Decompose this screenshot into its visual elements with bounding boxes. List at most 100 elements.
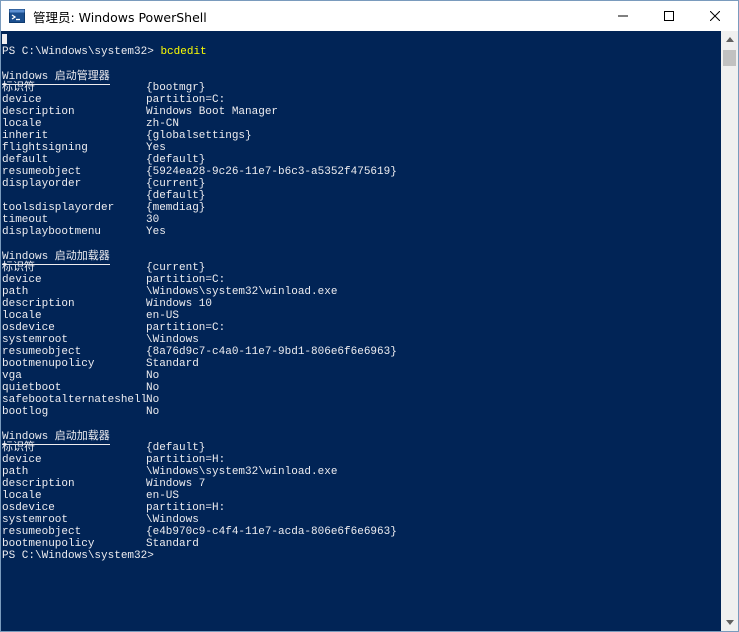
entry-row: systemroot \Windows <box>2 334 721 346</box>
entry-key: quietboot <box>2 382 62 394</box>
section-header-line: Windows 启动加载器 <box>2 250 721 265</box>
entry-row: vga No <box>2 370 721 382</box>
minimize-button[interactable] <box>600 1 646 31</box>
entry-key: default <box>2 154 49 166</box>
entry-key: description <box>2 298 75 310</box>
entry-row: description Windows Boot Manager <box>2 106 721 118</box>
entry-key: toolsdisplayorder <box>2 202 115 214</box>
entry-row: toolsdisplayorder {memdiag} <box>2 202 721 214</box>
entry-value: en-US <box>146 310 180 322</box>
entry-value: {e4b970c9-c4f4-11e7-acda-806e6f6e6963} <box>146 526 397 538</box>
entry-row: bootmenupolicy Standard <box>2 538 721 550</box>
entry-value: \Windows\system32\winload.exe <box>146 286 338 298</box>
final-prompt: PS C:\Windows\system32> <box>2 550 154 562</box>
console-output[interactable]: PS C:\Windows\system32> bcdedit Windows 启… <box>1 31 721 631</box>
entry-value: {default} <box>146 190 206 202</box>
entry-key: timeout <box>2 214 49 226</box>
title-bar[interactable]: 管理员: Windows PowerShell <box>1 1 738 31</box>
entry-row: bootlog No <box>2 406 721 418</box>
entry-value: \Windows <box>146 514 199 526</box>
entry-row: 标识符 {default} <box>2 442 721 454</box>
entry-key: displaybootmenu <box>2 226 102 238</box>
entry-value: Windows 10 <box>146 298 213 310</box>
entry-value: en-US <box>146 490 180 502</box>
entry-row: resumeobject {e4b970c9-c4f4-11e7-acda-806… <box>2 526 721 538</box>
entry-row: path \Windows\system32\winload.exe <box>2 286 721 298</box>
entry-row: displaybootmenu Yes <box>2 226 721 238</box>
entry-value: {current} <box>146 178 206 190</box>
entry-key: bootlog <box>2 406 49 418</box>
entry-row: locale en-US <box>2 490 721 502</box>
entry-row: device partition=C: <box>2 94 721 106</box>
entry-value: {default} <box>146 442 206 454</box>
entry-key: bootmenupolicy <box>2 358 95 370</box>
console-text: PS C:\Windows\system32> bcdedit Windows 启… <box>1 31 721 562</box>
entry-key: locale <box>2 118 42 130</box>
entry-row: description Windows 10 <box>2 298 721 310</box>
entry-row: safebootalternateshellNo <box>2 394 721 406</box>
entry-value: Yes <box>146 226 166 238</box>
powershell-icon[interactable] <box>9 8 25 24</box>
scroll-up-button[interactable] <box>721 31 738 48</box>
entry-row: device partition=H: <box>2 454 721 466</box>
scroll-thumb[interactable] <box>723 50 736 66</box>
section-header-line: Windows 启动管理器 <box>2 70 721 85</box>
entry-key: path <box>2 466 29 478</box>
entry-value: {8a76d9c7-c4a0-11e7-9bd1-806e6f6e6963} <box>146 346 397 358</box>
entry-key: locale <box>2 310 42 322</box>
entry-key: flightsigning <box>2 142 88 154</box>
entry-value: {default} <box>146 154 206 166</box>
entry-row: locale zh-CN <box>2 118 721 130</box>
output-sections: Windows 启动管理器 标识符 {bootmgr} device partition… <box>2 70 721 550</box>
entry-value: Yes <box>146 142 166 154</box>
entry-value: 30 <box>146 214 160 226</box>
entry-key: systemroot <box>2 514 69 526</box>
chevron-down-icon <box>725 620 734 625</box>
entry-key: vga <box>2 370 22 382</box>
entry-key: description <box>2 106 75 118</box>
entry-key: device <box>2 274 42 286</box>
chevron-up-icon <box>725 37 734 42</box>
entry-key: 标识符 <box>2 442 35 454</box>
close-button[interactable] <box>692 1 738 31</box>
entry-key: osdevice <box>2 322 55 334</box>
minimize-icon <box>618 15 628 17</box>
entry-key: locale <box>2 490 42 502</box>
entry-value: {5924ea28-9c26-11e7-b6c3-a5352f475619} <box>146 166 397 178</box>
entry-row: bootmenupolicy Standard <box>2 358 721 370</box>
entry-value: No <box>146 370 160 382</box>
powershell-window: 管理员: Windows PowerShell PS C:\Windows\sy… <box>0 0 739 632</box>
entry-row: systemroot \Windows <box>2 514 721 526</box>
entry-value: No <box>146 406 160 418</box>
entry-row: quietboot No <box>2 382 721 394</box>
entry-row: inherit {globalsettings} <box>2 130 721 142</box>
maximize-button[interactable] <box>646 1 692 31</box>
entry-value: partition=H: <box>146 502 226 514</box>
vertical-scrollbar[interactable] <box>721 31 738 631</box>
scroll-down-button[interactable] <box>721 614 738 631</box>
entry-row: displayorder {current} <box>2 178 721 190</box>
entry-value: {current} <box>146 262 206 274</box>
prompt: PS C:\Windows\system32> <box>2 46 161 58</box>
entry-value: Windows Boot Manager <box>146 106 279 118</box>
entry-value: partition=H: <box>146 454 226 466</box>
entry-key: safebootalternateshell <box>2 394 148 406</box>
entry-row: {default} <box>2 190 721 202</box>
entry-row: default {default} <box>2 154 721 166</box>
entry-value: partition=C: <box>146 94 226 106</box>
entry-key: bootmenupolicy <box>2 538 95 550</box>
entry-key: 标识符 <box>2 82 35 94</box>
entry-row: resumeobject {5924ea28-9c26-11e7-b6c3-a53… <box>2 166 721 178</box>
entry-row: description Windows 7 <box>2 478 721 490</box>
close-icon <box>710 11 720 21</box>
entry-value: partition=C: <box>146 274 226 286</box>
entry-key: device <box>2 454 42 466</box>
entry-value: zh-CN <box>146 118 180 130</box>
entry-value: {memdiag} <box>146 202 206 214</box>
entry-key: resumeobject <box>2 346 82 358</box>
entry-row: path \Windows\system32\winload.exe <box>2 466 721 478</box>
entry-key: 标识符 <box>2 262 35 274</box>
command: bcdedit <box>160 46 207 58</box>
section-header-line: Windows 启动加载器 <box>2 430 721 445</box>
